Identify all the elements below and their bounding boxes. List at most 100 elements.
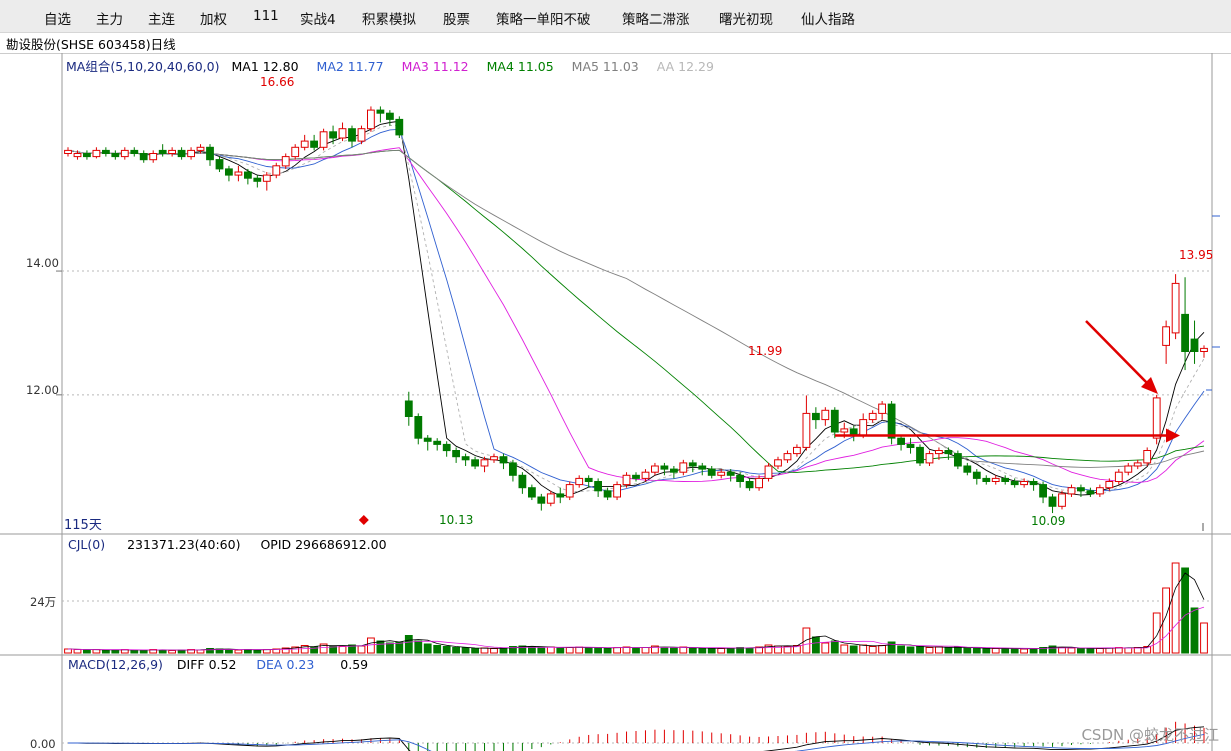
menu-item-7[interactable]: 股票	[443, 8, 470, 28]
high-mid-label: 11.99	[748, 344, 783, 358]
candle-body	[906, 443, 915, 448]
candle-body	[92, 149, 101, 158]
candle-body	[670, 468, 678, 473]
volume-bar	[925, 647, 934, 654]
candle-body	[225, 168, 233, 176]
macd-legend: MACD(12,26,9) DIFF 0.52 DEA 0.23 0.59	[68, 657, 382, 672]
volume-bar	[1067, 647, 1076, 654]
volume-bar	[916, 646, 924, 654]
candle-body	[887, 403, 896, 439]
menu-item-9[interactable]: 策略二滞涨	[622, 8, 690, 28]
menu-item-3[interactable]: 加权	[200, 8, 227, 28]
candle-body	[244, 171, 252, 179]
candle-body	[206, 146, 214, 161]
volume-bar	[168, 650, 176, 654]
candle-body	[319, 131, 328, 148]
candle-body	[139, 153, 148, 161]
candle-body	[1086, 490, 1095, 495]
candle-body	[726, 471, 735, 476]
candle-body	[102, 149, 110, 155]
candle-body	[830, 409, 839, 433]
volume-bar	[954, 646, 962, 654]
volume-bar	[1086, 648, 1095, 654]
candle-body	[1058, 493, 1066, 507]
volume-bar	[802, 627, 811, 654]
ma5-label: MA5 11.03	[571, 59, 639, 74]
candle-body	[868, 412, 877, 421]
volume-bar	[670, 647, 678, 654]
ma4-label: MA4 11.05	[486, 59, 554, 74]
volume-bar	[386, 642, 394, 654]
volume-bar	[158, 649, 167, 654]
candle-body	[414, 416, 423, 439]
volume-bar	[726, 647, 735, 654]
candle-body	[1114, 471, 1123, 483]
candle-body	[840, 428, 849, 433]
menu-item-10[interactable]: 曙光初现	[719, 8, 773, 28]
candle-body	[982, 477, 991, 482]
candle-body	[433, 440, 442, 445]
cjl-legend: CJL(0) 231371.23(40:60) OPID 296686912.0…	[68, 537, 401, 552]
chart-area[interactable]: MA组合(5,10,20,40,60,0) MA1 12.80 MA2 11.7…	[0, 53, 1231, 751]
candle-body	[442, 443, 451, 452]
candle-body	[1067, 487, 1076, 495]
menu-item-2[interactable]: 主连	[148, 8, 175, 28]
candle-body	[196, 146, 205, 151]
macd-diff: DIFF 0.52	[176, 657, 237, 672]
volume-bar	[1020, 648, 1029, 654]
volume-bar	[840, 644, 849, 654]
volume-bar	[698, 648, 707, 654]
candle-body	[537, 496, 546, 504]
volume-bar	[868, 646, 877, 654]
candle-body	[925, 453, 934, 464]
menu-item-4[interactable]: 111	[253, 8, 279, 24]
volume-ma-line	[67, 606, 1205, 651]
volume-bar	[613, 647, 622, 654]
candle-body	[168, 149, 176, 155]
volume-bar	[1124, 647, 1133, 654]
candle-body	[187, 149, 195, 158]
volume-bar	[404, 635, 413, 654]
candle-body	[849, 428, 858, 436]
candle-body	[499, 456, 508, 464]
candle-body	[954, 453, 962, 467]
volume-bar	[830, 640, 839, 654]
candle-body	[783, 453, 792, 461]
stock-title: 勘设股份(SHSE 603458)日线	[6, 37, 176, 52]
menu-item-1[interactable]: 主力	[96, 8, 123, 28]
candle-body	[111, 153, 120, 158]
diagonal-arrow-line	[1085, 320, 1151, 387]
candle-body	[234, 171, 243, 176]
candle-body	[575, 477, 584, 486]
aa-label: AA 12.29	[656, 59, 714, 74]
candle-body	[546, 493, 555, 504]
menu-bar: 自选 主力 主连 加权 111 实战4 积累模拟 股票 策略一单阳不破 策略二滞涨 曙光初现 仙人指路	[0, 0, 1231, 33]
candle-body	[1124, 465, 1133, 473]
kline-chart[interactable]	[0, 53, 1231, 751]
menu-item-11[interactable]: 仙人指路	[801, 8, 855, 28]
volume-bar	[717, 648, 726, 654]
volume-bar	[632, 647, 640, 654]
candle-body	[357, 128, 366, 142]
candle-body	[386, 112, 394, 120]
volume-bar	[935, 646, 943, 654]
volume-bar	[944, 647, 953, 654]
volume-bar	[111, 649, 120, 654]
volume-bar	[1200, 622, 1208, 654]
candle-body	[1001, 477, 1010, 482]
volume-bar	[452, 647, 461, 654]
candle-body	[1190, 338, 1199, 353]
menu-item-0[interactable]: 自选	[44, 8, 71, 28]
candle-body	[1152, 397, 1161, 439]
volume-bar	[480, 647, 489, 654]
candle-body	[461, 456, 470, 461]
menu-item-6[interactable]: 积累模拟	[362, 8, 416, 28]
volume-bar	[357, 645, 366, 654]
menu-item-8[interactable]: 策略一单阳不破	[496, 8, 591, 28]
macd-name: MACD(12,26,9)	[68, 657, 163, 672]
candle-body	[641, 471, 650, 479]
ma1-label: MA1 12.80	[231, 59, 299, 74]
menu-item-5[interactable]: 实战4	[300, 8, 336, 28]
cjl-opid: OPID 296686912.00	[260, 537, 387, 552]
candle-body	[73, 153, 82, 158]
